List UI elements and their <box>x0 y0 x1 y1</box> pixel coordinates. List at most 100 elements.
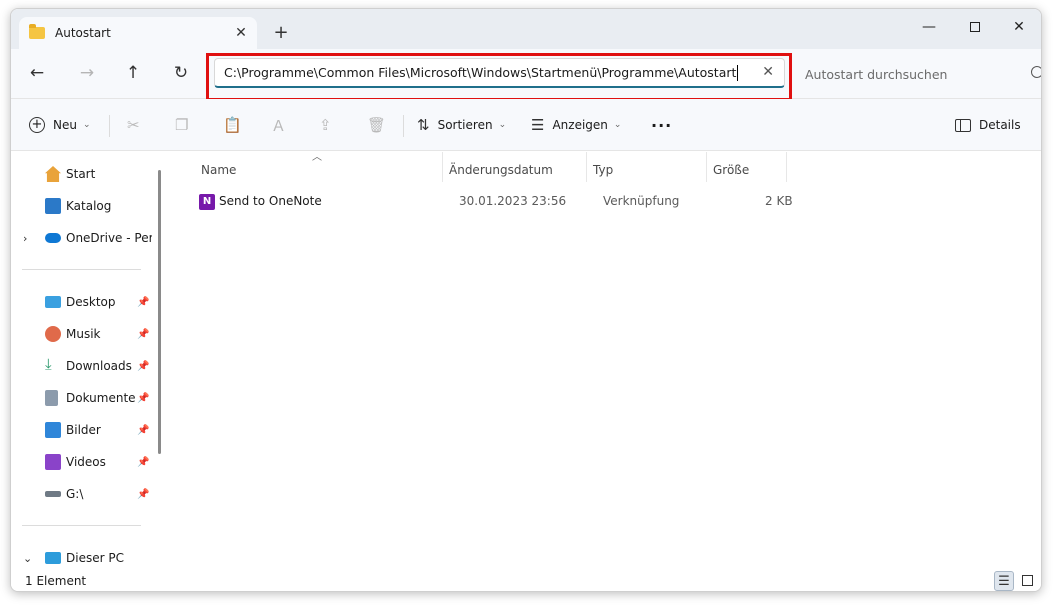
tab-autostart[interactable]: Autostart ✕ <box>19 17 257 49</box>
desktop-icon <box>45 296 61 308</box>
column-header-date[interactable]: Änderungsdatum <box>449 158 553 182</box>
tab-close-button[interactable]: ✕ <box>231 23 251 43</box>
file-name: Send to OneNote <box>219 194 322 208</box>
sidebar-item-desktop[interactable]: Desktop 📌 <box>11 288 156 316</box>
sort-label: Sortieren <box>437 118 493 132</box>
pin-icon[interactable]: 📌 <box>137 489 149 500</box>
column-header-type[interactable]: Typ <box>593 158 613 182</box>
folder-icon <box>29 24 45 39</box>
sidebar-divider <box>22 269 141 270</box>
address-clear-button[interactable]: ✕ <box>762 64 774 80</box>
text-caret <box>737 64 739 81</box>
sort-arrows-icon: ⇅ <box>417 116 430 134</box>
maximize-icon <box>970 22 980 32</box>
sidebar-item-dieser-pc[interactable]: ⌄ Dieser PC <box>11 544 156 572</box>
forward-button[interactable]: → <box>73 61 101 85</box>
home-icon <box>45 166 61 182</box>
chevron-down-icon[interactable]: ⌄ <box>23 552 32 565</box>
chevron-down-icon: ⌄ <box>82 120 91 130</box>
onenote-shortcut-icon: N <box>199 194 215 210</box>
view-button[interactable]: ☰ Anzeigen ⌄ <box>531 113 621 137</box>
details-pane-icon <box>955 118 971 132</box>
copy-icon: ❐ <box>175 116 189 134</box>
status-bar: 1 Element ☰ <box>11 570 1041 591</box>
search-input[interactable]: Autostart durchsuchen <box>795 59 1041 89</box>
navigation-pane: Start Katalog › OneDrive - Persönlich De… <box>11 152 161 570</box>
address-path: C:\Programme\Common Files\Microsoft\Wind… <box>224 65 737 80</box>
maximize-button[interactable] <box>955 13 995 41</box>
pin-icon[interactable]: 📌 <box>137 329 149 340</box>
new-label: Neu <box>53 118 77 132</box>
gallery-icon <box>45 198 61 214</box>
scissors-icon: ✂ <box>127 116 140 134</box>
paste-button[interactable]: 📋 <box>223 113 242 137</box>
sidebar-scrollbar[interactable] <box>158 170 161 454</box>
column-header-size[interactable]: Größe <box>713 158 749 182</box>
address-input[interactable]: C:\Programme\Common Files\Microsoft\Wind… <box>214 58 785 88</box>
pin-icon[interactable]: 📌 <box>137 297 149 308</box>
sidebar-item-musik[interactable]: Musik 📌 <box>11 320 156 348</box>
close-window-button[interactable]: ✕ <box>999 13 1039 41</box>
download-icon: ⤓ <box>45 355 52 373</box>
drive-icon <box>45 491 61 497</box>
video-icon <box>45 454 61 470</box>
tab-title: Autostart <box>55 26 111 40</box>
rename-icon: Ａ <box>271 116 287 135</box>
refresh-button[interactable]: ↻ <box>167 61 195 85</box>
back-button[interactable]: ← <box>23 61 51 85</box>
sidebar-item-start[interactable]: Start <box>11 160 156 188</box>
sidebar-item-bilder[interactable]: Bilder 📌 <box>11 416 156 444</box>
column-separator[interactable] <box>706 152 707 182</box>
explorer-window: Autostart ✕ + — ✕ ← → ↑ ↻ C:\Programme\C… <box>10 8 1042 592</box>
details-label: Details <box>979 118 1021 132</box>
file-list: Name ︿ Änderungsdatum Typ Größe N Send t… <box>167 152 1041 570</box>
up-button[interactable]: ↑ <box>119 61 147 85</box>
column-separator[interactable] <box>586 152 587 182</box>
copy-button[interactable]: ❐ <box>175 113 188 137</box>
file-size: 2 KB <box>765 194 793 208</box>
minimize-button[interactable]: — <box>909 13 949 41</box>
details-pane-button[interactable]: Details <box>955 113 1021 137</box>
sort-up-icon: ︿ <box>312 152 322 163</box>
column-separator[interactable] <box>786 152 787 182</box>
view-label: Anzeigen <box>552 118 608 132</box>
pin-icon[interactable]: 📌 <box>137 393 149 404</box>
more-options-button[interactable]: ··· <box>651 113 672 137</box>
column-separator[interactable] <box>442 152 443 182</box>
new-button[interactable]: + Neu ⌄ <box>29 113 91 137</box>
pin-icon[interactable]: 📌 <box>137 457 149 468</box>
details-view-button[interactable]: ☰ <box>994 571 1014 591</box>
tiles-view-icon <box>1021 575 1033 586</box>
plus-circle-icon: + <box>29 117 45 133</box>
cloud-icon <box>45 233 61 243</box>
delete-button[interactable]: 🗑 <box>367 113 386 137</box>
share-button[interactable]: ⇪ <box>319 113 332 137</box>
sidebar-item-videos[interactable]: Videos 📌 <box>11 448 156 476</box>
pin-icon[interactable]: 📌 <box>137 425 149 436</box>
list-view-icon: ☰ <box>998 574 1010 589</box>
toolbar-divider <box>403 115 404 137</box>
sidebar-item-katalog[interactable]: Katalog <box>11 192 156 220</box>
cut-button[interactable]: ✂ <box>127 113 140 137</box>
tiles-view-button[interactable] <box>1017 571 1037 591</box>
sort-button[interactable]: ⇅ Sortieren ⌄ <box>417 113 506 137</box>
pin-icon[interactable]: 📌 <box>137 361 149 372</box>
document-icon <box>45 390 58 406</box>
sidebar-item-dokumente[interactable]: Dokumente 📌 <box>11 384 156 412</box>
chevron-down-icon: ⌄ <box>613 120 622 130</box>
toolbar-divider <box>109 115 110 137</box>
pictures-icon <box>45 422 61 438</box>
sidebar-item-downloads[interactable]: ⤓ Downloads 📌 <box>11 352 156 380</box>
sidebar-divider <box>22 525 141 526</box>
chevron-right-icon[interactable]: › <box>23 232 27 245</box>
sidebar-item-drive-g[interactable]: G:\ 📌 <box>11 480 156 508</box>
chevron-down-icon: ⌄ <box>498 120 507 130</box>
share-icon: ⇪ <box>319 116 332 134</box>
rename-button[interactable]: Ａ <box>271 113 286 137</box>
sidebar-item-onedrive[interactable]: › OneDrive - Persönlich <box>11 224 156 252</box>
table-row[interactable]: N Send to OneNote 30.01.2023 23:56 Verkn… <box>187 188 793 216</box>
new-tab-button[interactable]: + <box>269 21 293 45</box>
item-count: 1 Element <box>25 574 87 588</box>
column-header-name[interactable]: Name <box>201 158 236 182</box>
title-bar: Autostart ✕ + — ✕ <box>11 9 1041 49</box>
